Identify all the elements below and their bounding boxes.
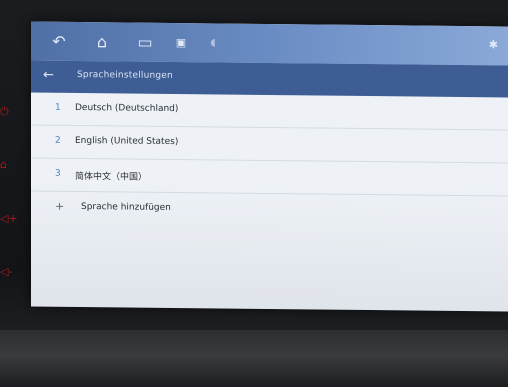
list-item-number: 3 [55, 168, 61, 179]
screenshot-icon[interactable]: ▣ [171, 34, 191, 52]
bluetooth-icon: ✱ [488, 38, 498, 52]
recent-apps-icon[interactable]: ▭ [135, 33, 155, 52]
home-key-icon[interactable]: ⌂ [0, 158, 16, 172]
app-bar: ← Spracheinstellungen [31, 60, 508, 98]
power-key-icon[interactable]: ⏻ [0, 105, 16, 119]
volume-icon[interactable]: ◖ [203, 34, 223, 52]
list-item-label: Deutsch (Deutschland) [75, 102, 179, 115]
home-icon[interactable]: ⌂ [92, 32, 112, 51]
navigation-bar: ↶ ⌂ ▭ ▣ ◖ ✱ [31, 21, 508, 66]
device-bottom-bezel [0, 330, 508, 387]
volume-down-key-icon[interactable]: ◁- [0, 265, 16, 279]
add-language-label: Sprache hinzufügen [81, 202, 171, 213]
back-icon[interactable]: ↶ [49, 32, 69, 51]
list-item-number: 1 [55, 102, 61, 113]
plus-icon: + [55, 199, 65, 213]
language-list: 1 Deutsch (Deutschland) 2 English (Unite… [31, 92, 508, 229]
add-language-button[interactable]: + Sprache hinzufügen [31, 192, 508, 229]
list-item-label: English (United States) [75, 135, 179, 148]
screen: ↶ ⌂ ▭ ▣ ◖ ✱ ← Spracheinstellungen 1 Deut… [31, 21, 508, 312]
list-item-label: 简体中文（中国） [75, 171, 148, 183]
volume-up-key-icon[interactable]: ◁+ [0, 212, 18, 226]
list-item-chinese[interactable]: 3 简体中文（中国） [31, 158, 508, 197]
page-title: Spracheinstellungen [77, 69, 173, 81]
list-item-number: 2 [55, 135, 61, 146]
list-item-english[interactable]: 2 English (United States) [31, 125, 508, 164]
back-arrow-icon[interactable]: ← [43, 68, 54, 83]
list-item-deutsch[interactable]: 1 Deutsch (Deutschland) [31, 92, 508, 131]
